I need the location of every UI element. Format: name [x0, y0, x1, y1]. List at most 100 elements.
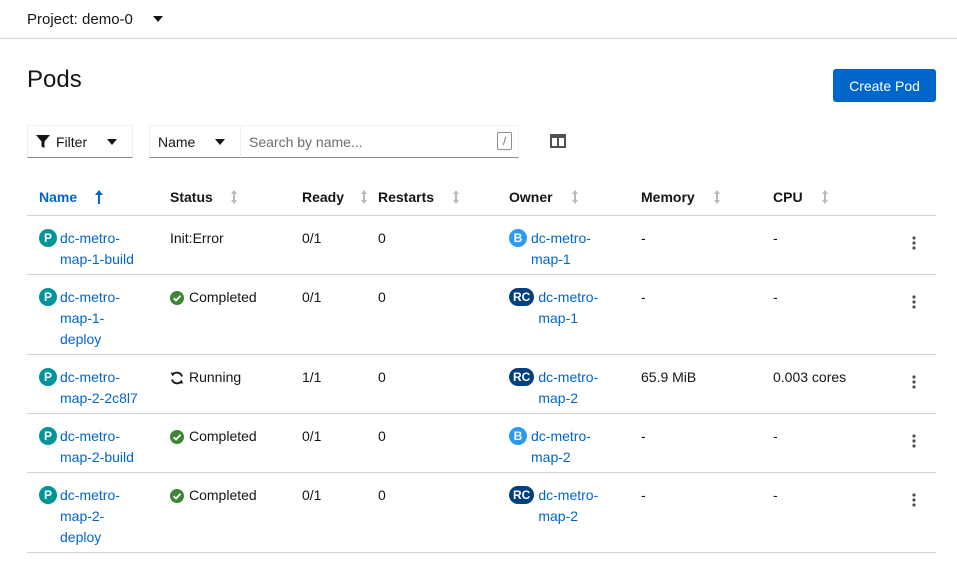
name-line: map-1-build: [60, 251, 134, 267]
table-row: P dc-metro-map-1-build Init:Error 0/1 0 …: [27, 216, 936, 275]
restarts-value: 0: [378, 289, 386, 305]
kebab-menu-icon[interactable]: [909, 492, 919, 508]
column-header-owner[interactable]: Owner: [509, 189, 579, 205]
pod-name-link[interactable]: dc-metro-map-2-build: [60, 426, 145, 468]
memory-value: -: [641, 230, 646, 246]
status-text: Completed: [189, 289, 257, 305]
ready-value: 0/1: [302, 230, 322, 246]
column-header-memory[interactable]: Memory: [641, 189, 721, 205]
kebab-menu-icon[interactable]: [909, 374, 919, 390]
sort-icon: [361, 190, 368, 204]
build-badge: B: [509, 427, 527, 445]
status-text: Running: [189, 369, 242, 385]
pod-badge: P: [39, 486, 57, 504]
owner-line: dc-metro-: [538, 487, 599, 503]
cpu-value: -: [773, 289, 778, 305]
manage-columns-icon[interactable]: [550, 134, 566, 148]
cpu-value: -: [773, 487, 778, 503]
project-label: Project: demo-0: [27, 10, 133, 28]
kebab-menu-icon[interactable]: [909, 433, 919, 449]
owner-line: map-2: [538, 390, 579, 406]
ready-value: 0/1: [302, 428, 322, 444]
status-cell: Completed: [170, 287, 257, 308]
pod-badge: P: [39, 427, 57, 445]
filter-label: Filter: [56, 133, 88, 150]
column-label: Status: [170, 189, 213, 205]
kebab-menu-icon[interactable]: [909, 294, 919, 310]
sort-icon: [713, 190, 720, 204]
table-row: P dc-metro-map-2- deploy Completed 0/1 0 …: [27, 473, 936, 553]
name-line: map-1-: [60, 310, 105, 326]
pod-name-link[interactable]: dc-metro-map-1-build: [60, 228, 145, 270]
search-field-label: Name: [158, 133, 196, 150]
create-pod-button[interactable]: Create Pod: [833, 69, 936, 102]
column-label: Restarts: [378, 189, 435, 205]
owner-line: map-1: [538, 310, 579, 326]
table-row: P dc-metro-map-1- deploy Completed 0/1 0 …: [27, 275, 936, 355]
owner-line: dc-metro-: [531, 428, 591, 444]
owner-link[interactable]: dc-metro-map-2: [531, 426, 605, 468]
check-circle-icon: [170, 489, 184, 503]
column-header-name[interactable]: Name: [39, 189, 104, 205]
column-header-cpu[interactable]: CPU: [773, 189, 829, 205]
owner-line: dc-metro-: [538, 289, 599, 305]
check-circle-icon: [170, 430, 184, 444]
owner-link[interactable]: dc-metro-map-1: [531, 228, 605, 270]
name-line: map-2-2c8l7: [60, 390, 138, 406]
pod-name-link[interactable]: dc-metro-map-2- deploy: [60, 485, 145, 548]
caret-down-icon: [107, 138, 118, 145]
ready-value: 0/1: [302, 289, 322, 305]
column-header-restarts[interactable]: Restarts: [378, 189, 460, 205]
sort-icon: [571, 190, 578, 204]
table-row: P dc-metro-map-2-build Completed 0/1 0 B…: [27, 414, 936, 473]
name-line: deploy: [60, 529, 102, 545]
sort-ascending-icon: [95, 190, 104, 204]
name-line: dc-metro-: [60, 230, 120, 246]
project-selector[interactable]: Project: demo-0: [27, 8, 163, 30]
status-cell: Completed: [170, 426, 257, 447]
pod-badge: P: [39, 229, 57, 247]
column-label: Name: [39, 189, 78, 205]
memory-value: -: [641, 289, 646, 305]
owner-link[interactable]: dc-metro-map-1: [538, 287, 612, 329]
rc-badge: RC: [509, 486, 535, 504]
pod-name-link[interactable]: dc-metro-map-1- deploy: [60, 287, 145, 350]
filter-dropdown[interactable]: Filter: [27, 125, 133, 158]
sort-icon: [230, 190, 237, 204]
restarts-value: 0: [378, 230, 386, 246]
cpu-value: -: [773, 230, 778, 246]
memory-value: -: [641, 428, 646, 444]
check-circle-icon: [170, 291, 184, 305]
column-label: Owner: [509, 189, 553, 205]
rc-badge: RC: [509, 288, 535, 306]
sort-icon: [821, 190, 828, 204]
owner-link[interactable]: dc-metro-map-2: [538, 485, 612, 527]
column-header-ready[interactable]: Ready: [302, 189, 368, 205]
build-badge: B: [509, 229, 527, 247]
name-line: dc-metro-: [60, 369, 120, 385]
search-field-select[interactable]: Name: [149, 125, 241, 158]
status-text: Completed: [189, 428, 257, 444]
search-input[interactable]: [240, 125, 519, 158]
owner-line: dc-metro-: [531, 230, 591, 246]
kebab-menu-icon[interactable]: [909, 235, 919, 251]
owner-link[interactable]: dc-metro-map-2: [538, 367, 612, 409]
pod-name-link[interactable]: dc-metro-map-2-2c8l7: [60, 367, 145, 409]
sync-icon: [170, 371, 184, 385]
cpu-value: -: [773, 428, 778, 444]
caret-down-icon: [215, 138, 226, 145]
column-header-status[interactable]: Status: [170, 189, 238, 205]
memory-value: 65.9 MiB: [641, 369, 697, 385]
restarts-value: 0: [378, 487, 386, 503]
restarts-value: 0: [378, 428, 386, 444]
filter-icon: [36, 134, 50, 148]
table-header: Name Status Ready Restarts Owner Memory …: [27, 178, 936, 216]
column-label: Ready: [302, 189, 345, 205]
name-line: map-2-build: [60, 449, 134, 465]
status-cell: Running: [170, 367, 241, 388]
column-label: CPU: [773, 189, 803, 205]
ready-value: 0/1: [302, 487, 322, 503]
owner-line: map-2: [538, 508, 579, 524]
name-line: dc-metro-: [60, 289, 120, 305]
status-text: Completed: [189, 487, 257, 503]
